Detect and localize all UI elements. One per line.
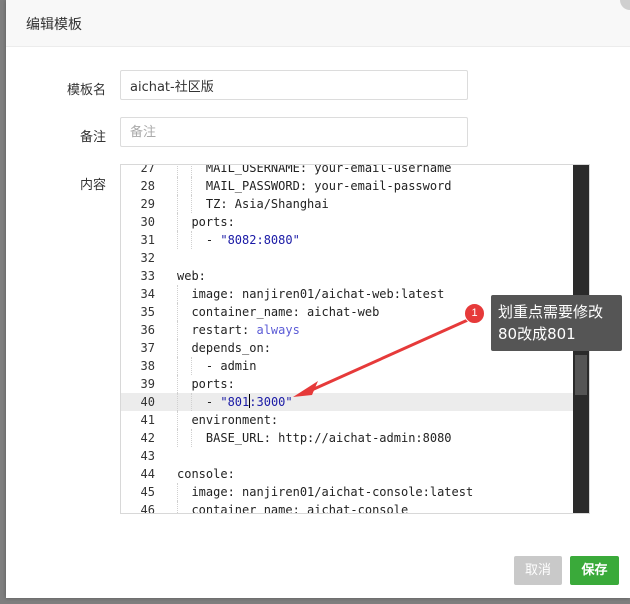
- annotation-line-2: 80改成801: [498, 325, 576, 343]
- annotation-note: 划重点需要修改 80改成801: [491, 295, 622, 351]
- cancel-button[interactable]: 取消: [514, 556, 562, 585]
- annotation-badge: 1: [464, 303, 485, 324]
- arrow-shaft: [304, 317, 471, 395]
- arrowhead: [293, 381, 318, 397]
- save-button[interactable]: 保存: [570, 556, 619, 585]
- annotation-line-1: 划重点需要修改: [498, 303, 604, 321]
